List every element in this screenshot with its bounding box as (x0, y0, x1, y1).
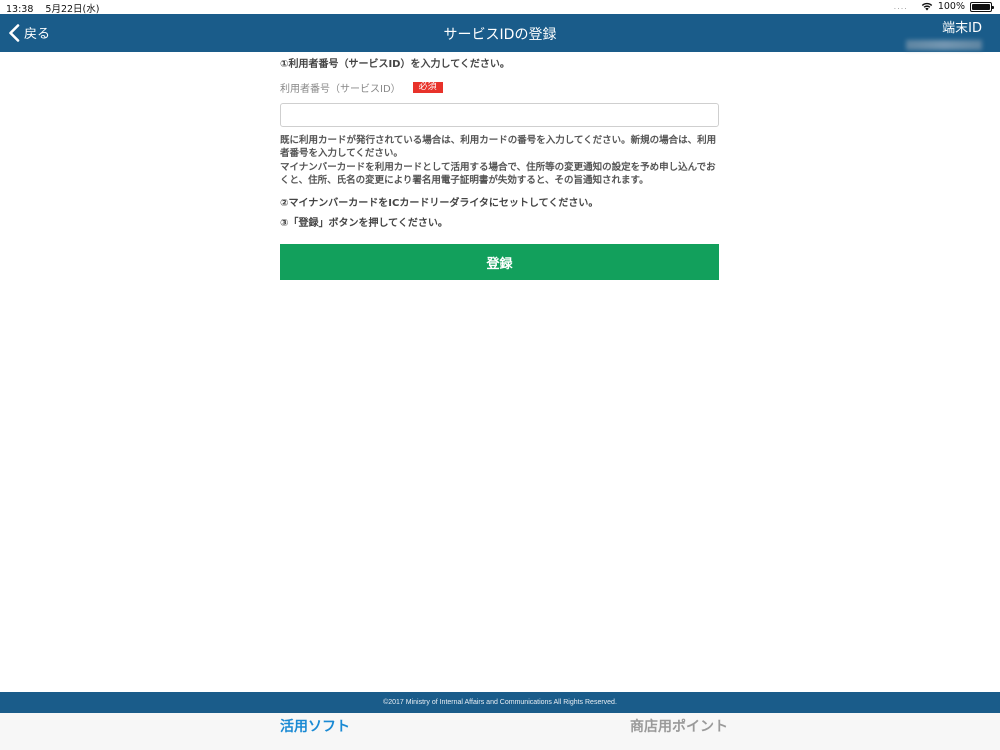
registration-form: ①利用者番号（サービスID）を入力してください。 利用者番号（サービスID） 必… (280, 58, 720, 280)
signal-icon: .... (893, 2, 908, 11)
navigation-bar: 戻る サービスIDの登録 端末ID (0, 14, 1000, 52)
step1-instruction: ①利用者番号（サービスID）を入力してください。 (280, 59, 510, 70)
existing-card-note: 既に利用カードが発行されている場合は、利用カードの番号を入力してください。新規の… (280, 135, 717, 159)
battery-icon (970, 1, 994, 12)
register-button[interactable]: 登録 (280, 244, 719, 280)
service-id-input[interactable] (280, 103, 719, 127)
battery-percent: 100% (937, 1, 965, 12)
step2-instruction: ②マイナンバーカードをICカードリーダライタにセットしてください。 (280, 198, 599, 209)
tab-bar: 活用ソフト 商店用ポイント (0, 713, 1000, 750)
tab-software[interactable]: 活用ソフト (280, 716, 350, 736)
tab-shop-points[interactable]: 商店用ポイント (630, 716, 728, 736)
status-bar: 13:38 5月22日(水) .... 100% (0, 0, 1000, 15)
step3-instruction: ③「登録」ボタンを押してください。 (280, 218, 448, 229)
wifi-icon (921, 2, 933, 11)
service-id-label: 利用者番号（サービスID） (280, 84, 401, 95)
field-label-row: 利用者番号（サービスID） 必須 (280, 80, 720, 95)
terminal-id-value-blurred (906, 40, 982, 50)
page-title: サービスIDの登録 (443, 27, 557, 43)
terminal-id: 端末ID (906, 17, 982, 50)
required-badge: 必須 (412, 82, 443, 93)
mynumber-card-note: マイナンバーカードを利用カードとして活用する場合で、住所等の変更通知の設定を予め… (280, 162, 716, 186)
copyright-footer: ©2017 Ministry of Internal Affairs and C… (0, 692, 1000, 713)
terminal-id-label: 端末ID (942, 21, 982, 36)
